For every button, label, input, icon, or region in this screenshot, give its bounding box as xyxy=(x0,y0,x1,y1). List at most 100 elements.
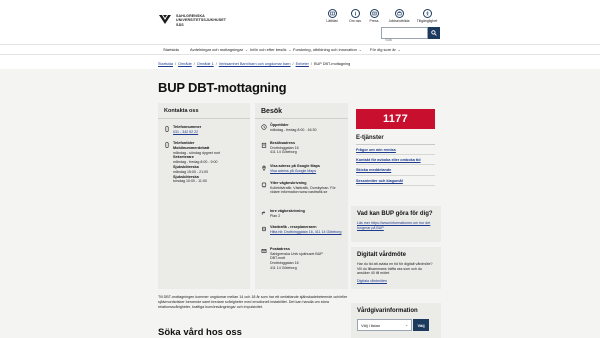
logo-mark-icon xyxy=(158,14,172,28)
visit-access-text: Kollektivtrafik: Västtrafik, Domkyrkan. … xyxy=(270,185,336,195)
visit-transit-label: Västtrafik - reseplaneraren xyxy=(270,225,317,229)
nav-item-avdelningar[interactable]: Avdelningar och mottagningar ⌄ xyxy=(190,47,248,52)
nurse2-text: torsdag 10:00 - 11:00 xyxy=(173,179,207,184)
mail-icon xyxy=(261,249,267,253)
quick-link-tillganglighet[interactable]: Tillgänglighet xyxy=(407,9,447,23)
directions-icon xyxy=(261,211,266,215)
bus-icon xyxy=(261,182,267,188)
quick-link-label: Tillgänglighet xyxy=(416,19,438,23)
accessibility-icon xyxy=(422,9,432,18)
visit-address-label: Besöksadress xyxy=(270,141,296,145)
post-line: 411 14 Göteborg xyxy=(270,265,297,270)
search-icon xyxy=(431,30,437,36)
caregiver-heading: Vårdgivarinformation xyxy=(357,308,418,314)
reception-label: Sekreterare xyxy=(173,155,194,160)
google-maps-link[interactable]: Visa adress på Google Maps xyxy=(270,169,316,173)
nav-item-startsida[interactable]: Startsida xyxy=(163,47,179,52)
phone-icon xyxy=(165,142,169,148)
site-logo[interactable]: SAHLGRENSKA UNIVERSITETSSJUKHUSET SÄS xyxy=(158,14,226,28)
nurse2-label: Sjuksköterska xyxy=(173,174,199,179)
contact-card: Kontakta oss Telefonnummer 031 - 342 52 2… xyxy=(158,103,250,289)
phone-number-link[interactable]: 031 - 342 52 22 xyxy=(173,130,198,134)
phone-icon xyxy=(165,126,169,132)
breadcrumb-link[interactable]: Område xyxy=(178,62,192,66)
visit-inner-text: Plan 2 xyxy=(270,213,281,218)
map-pin-icon xyxy=(262,165,266,171)
caregiver-select[interactable]: Välj i listan ⌄ xyxy=(357,319,412,331)
intro-text: Till DBT-mottagningen kommer ungdomar me… xyxy=(158,295,348,309)
visit-post-label: Postadress xyxy=(270,247,290,251)
breadcrumb-current: BUP DBT-mottagning xyxy=(313,62,351,66)
contact-phone: Telefonnummer 031 - 342 52 22 xyxy=(164,125,201,135)
nurse-label: Sjuksköterska xyxy=(173,164,199,169)
digital-heading: Digitalt vårdmöte xyxy=(357,252,407,258)
eservice-link[interactable]: Kontakt för avboka eller omboka tid xyxy=(356,155,435,166)
search-button[interactable] xyxy=(428,27,440,39)
bup-heading: Vad kan BUP göra för dig? xyxy=(357,211,433,217)
visit-address: Besöksadress Drottninggatan 16 411 14 Göte… xyxy=(261,141,345,155)
breadcrumb: Startsida / Område / Område 1/Verksamhet Bar… xyxy=(158,62,351,66)
contact-heading: Kontakta oss xyxy=(158,103,250,119)
bup-info-link[interactable]: Läs mer https://www.informationen.om hur… xyxy=(357,221,430,230)
nurse-text: måndag 15:00 - 21:00 xyxy=(173,169,209,174)
transit-planner-link[interactable]: Hitta hit: Drottninggatan 16, 411 14 Göt… xyxy=(270,230,341,234)
page-title: BUP DBT-mottagning xyxy=(158,80,287,95)
eservice-link[interactable]: Sessnimiter och klagomål xyxy=(356,176,435,186)
chevron-down-icon: ⌄ xyxy=(405,323,408,327)
tram-icon xyxy=(262,226,266,232)
post-line: DBT-mott xyxy=(270,256,286,261)
eservices-panel: E-tjänster Frågor om min remiss Kontakt … xyxy=(356,135,435,186)
digital-meeting-link[interactable]: Digitala vårdmöten xyxy=(357,279,435,283)
chevron-down-icon: ⌄ xyxy=(396,48,401,52)
contact-hours: Telefontider Mobilnummerdebatt måndag - … xyxy=(164,141,220,184)
bup-info-box: Vad kan BUP göra för dig? Läs mer https:… xyxy=(351,206,441,242)
reception-text: måndag - fredag 8:00 - 9:00 xyxy=(173,160,218,165)
visit-post: Postadress Sahlgrenska Univ sjukhuset BUP… xyxy=(261,247,345,271)
quick-link-label: Press xyxy=(369,19,379,23)
visit-address-line: Drottninggatan 16 xyxy=(270,145,299,150)
phone-1177-banner[interactable]: 1177 xyxy=(356,109,435,129)
building-icon xyxy=(261,142,267,148)
breadcrumb-link[interactable]: Enheter xyxy=(296,62,309,66)
visit-heading: Besök xyxy=(255,103,348,119)
breadcrumb-link[interactable]: Område 1 xyxy=(197,62,214,66)
visit-map: Visa adress på Google Maps Visa adress på… xyxy=(261,164,345,173)
chevron-down-icon: ⌄ xyxy=(244,48,248,52)
breadcrumb-link[interactable]: Startsida xyxy=(158,62,173,66)
select-value: Välj i listan xyxy=(361,323,381,328)
phone-label: Telefonnummer xyxy=(173,125,202,129)
eservice-link[interactable]: Skicka meddelande xyxy=(356,165,435,176)
digital-meeting-box: Digitalt vårdmöte Har du tid att avtala … xyxy=(351,247,441,289)
post-line: Sahlgrenska Univ sjukhuset BUP xyxy=(270,251,323,256)
breadcrumb-link[interactable]: Verksamhet Barn/barn och ungdomar barn xyxy=(219,62,291,66)
nav-item-for-dig[interactable]: För dig som är ⌄ xyxy=(370,47,401,52)
visit-address-line: 411 14 Göteborg xyxy=(270,150,297,155)
main-nav: Startsida Avdelningar och mottagningar ⌄… xyxy=(0,44,600,55)
chevron-down-icon: ⌄ xyxy=(287,48,292,52)
digital-text: Har du tid att avtala en tid för digital… xyxy=(357,262,433,276)
visit-transit: Västtrafik - reseplaneraren Hitta hit: Dr… xyxy=(261,225,345,234)
visit-card: Besök Öppettider måndag - fredag 8:00 - 1… xyxy=(255,103,348,289)
visit-inner: Inre vägbeskrivning Plan 2 xyxy=(261,209,345,218)
visit-access: Yttre vägbeskrivning Kollektivtrafik: Väs… xyxy=(261,181,345,195)
visit-hours-text: måndag - fredag 8:00 - 16:30 xyxy=(270,127,317,132)
hours-text: måndag - söndag dygnet runt xyxy=(173,150,220,155)
hours-sub: Mobilnummerdebatt xyxy=(173,145,210,150)
site-header: SAHLGRENSKA UNIVERSITETSSJUKHUSET SÄS Lä… xyxy=(0,0,600,45)
visit-map-label: Visa adress på Google Maps xyxy=(270,164,320,168)
search-input[interactable] xyxy=(382,34,427,45)
select-submit-button[interactable]: Välj xyxy=(413,319,429,331)
hours-label: Telefontider xyxy=(173,141,195,145)
press-icon xyxy=(369,9,379,18)
nav-item-forskning[interactable]: Forskning, utbildning och innovation ⌄ xyxy=(293,47,362,52)
search-field[interactable] xyxy=(381,27,428,45)
visit-hours-label: Öppettider xyxy=(270,123,289,127)
post-line: Drottninggatan 16 xyxy=(270,261,299,266)
nav-item-infor-besok[interactable]: Inför och efter besök ⌄ xyxy=(250,47,291,52)
eservices-heading: E-tjänster xyxy=(356,135,435,145)
eservice-link[interactable]: Frågor om min remiss xyxy=(356,145,435,156)
briefcase-icon xyxy=(394,9,404,18)
section-heading: Söka vård hos oss xyxy=(158,327,242,338)
logo-line: SÄS xyxy=(176,22,184,27)
visit-inner-label: Inre vägbeskrivning xyxy=(270,209,305,213)
